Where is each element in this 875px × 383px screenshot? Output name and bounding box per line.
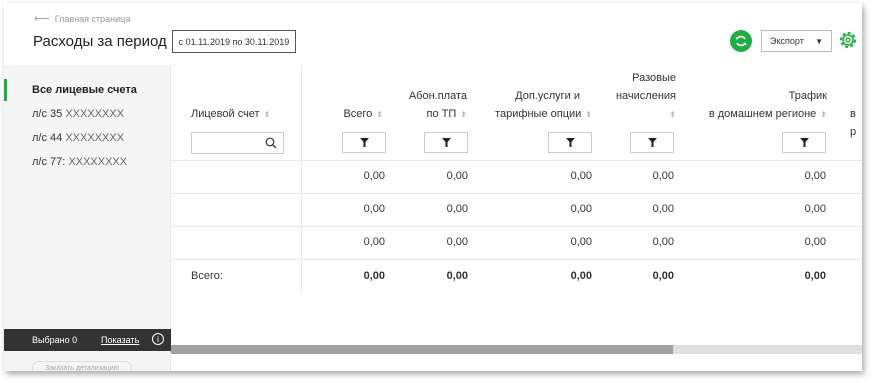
filter-button-services[interactable] (548, 132, 592, 153)
cell-traffic: 0,00 (804, 203, 826, 215)
account-number: XXXXXXXX (65, 108, 125, 120)
cell-traffic: 0,00 (804, 236, 826, 248)
column-header-total[interactable]: Всего ⬍ (343, 105, 383, 124)
search-icon (265, 137, 277, 149)
filter-button-traffic[interactable] (782, 132, 826, 153)
cell-onetime: 0,00 (652, 170, 674, 182)
breadcrumb[interactable]: ⟵ Главная страница (34, 12, 130, 25)
show-link[interactable]: Показать (101, 335, 139, 345)
order-details-button[interactable]: Заказать детализацию (32, 361, 132, 371)
export-dropdown[interactable]: Экспорт ▼ (761, 30, 832, 52)
expenses-table: Лицевой счет ⬍ Всего ⬍ Абон.плата по ТП ⬍ Д… (171, 65, 862, 345)
header-label: в р (850, 108, 857, 138)
account-number: XXXXXXXX (68, 156, 128, 168)
sidebar-item-account[interactable]: л/с 35 XXXXXXXX (32, 108, 124, 120)
cell-total: 0,00 (363, 170, 385, 182)
export-label: Экспорт (770, 36, 804, 46)
filter-button-total[interactable] (342, 132, 386, 153)
sort-icon[interactable]: ⬍ (669, 110, 676, 119)
sidebar: Все лицевые счета л/с 35 XXXXXXXX л/с 44… (4, 65, 171, 371)
selected-count: Выбрано 0 (32, 335, 78, 345)
cell-total: 0,00 (363, 236, 385, 248)
sidebar-item-label: л/с 77: (32, 156, 66, 168)
refresh-icon (735, 35, 747, 47)
column-header-onetime[interactable]: Разовые начисления ⬍ (616, 69, 676, 124)
period-selector[interactable]: с 01.11.2019 по 30.11.2019 (172, 30, 296, 53)
sort-icon[interactable]: ⬍ (264, 110, 271, 119)
row-divider (171, 226, 862, 227)
cell-fee: 0,00 (446, 236, 468, 248)
column-header-fee[interactable]: Абон.плата по ТП ⬍ (409, 87, 467, 124)
sidebar-item-label: л/с 35 (32, 108, 63, 120)
header-label: Доп.услуги и (515, 90, 580, 102)
scrollbar-thumb[interactable] (171, 345, 673, 354)
cell-traffic: 0,00 (804, 170, 826, 182)
filter-button-onetime[interactable] (630, 132, 674, 153)
caret-down-icon: ▼ (815, 37, 823, 46)
total-traffic: 0,00 (804, 270, 826, 282)
cell-services: 0,00 (570, 203, 592, 215)
filter-icon (565, 138, 575, 147)
cell-total: 0,00 (363, 203, 385, 215)
sort-icon[interactable]: ⬍ (585, 110, 592, 119)
header-label: Лицевой счет (191, 108, 260, 120)
header-label: тарифные опции (495, 108, 582, 120)
filter-button-fee[interactable] (424, 132, 468, 153)
row-divider (171, 193, 862, 194)
filter-icon (441, 138, 451, 147)
column-header-services[interactable]: Доп.услуги и тарифные опции ⬍ (495, 87, 592, 124)
page-title: Расходы за период (33, 33, 167, 50)
cell-fee: 0,00 (446, 203, 468, 215)
info-icon[interactable]: i (152, 333, 164, 345)
row-divider (171, 259, 862, 260)
column-header-account[interactable]: Лицевой счет ⬍ (191, 105, 270, 124)
header-label: Всего (343, 108, 373, 120)
header-label: в домашнем регионе (708, 108, 817, 120)
sidebar-item-label: Все лицевые счета (32, 84, 137, 96)
sidebar-item-all[interactable]: Все лицевые счета (32, 84, 137, 96)
sidebar-item-account[interactable]: л/с 77: XXXXXXXX (32, 156, 127, 168)
total-onetime: 0,00 (652, 270, 674, 282)
row-divider (171, 160, 862, 161)
header-label: начисления (615, 90, 676, 102)
header-label: по ТП (426, 108, 457, 120)
account-number: XXXXXXXX (65, 132, 125, 144)
total-fee: 0,00 (446, 270, 468, 282)
total-total: 0,00 (363, 270, 385, 282)
column-header-traffic[interactable]: Трафик в домашнем регионе ⬍ (709, 87, 827, 124)
total-services: 0,00 (570, 270, 592, 282)
sidebar-item-label: л/с 44 (32, 132, 63, 144)
cell-onetime: 0,00 (652, 203, 674, 215)
filter-icon (647, 138, 657, 147)
filter-icon (359, 138, 369, 147)
arrow-left-icon: ⟵ (34, 13, 50, 25)
totals-label: Всего: (191, 270, 223, 282)
active-indicator (4, 79, 7, 101)
selection-bar: Выбрано 0 Показать i (4, 329, 171, 351)
header-label: Разовые (632, 72, 676, 84)
column-header-roaming[interactable]: в р (850, 105, 862, 141)
sort-icon[interactable]: ⬍ (820, 110, 827, 119)
refresh-button[interactable] (730, 30, 752, 52)
gear-icon[interactable] (838, 30, 858, 50)
sort-icon[interactable]: ⬍ (460, 110, 467, 119)
cell-onetime: 0,00 (652, 236, 674, 248)
sidebar-item-account[interactable]: л/с 44 XXXXXXXX (32, 132, 124, 144)
sort-icon[interactable]: ⬍ (376, 110, 383, 119)
cell-fee: 0,00 (446, 170, 468, 182)
cell-services: 0,00 (570, 236, 592, 248)
app-window: ⟵ Главная страница Расходы за период с 0… (4, 3, 862, 371)
header-label: Абон.плата (408, 90, 467, 102)
breadcrumb-label[interactable]: Главная страница (55, 14, 131, 24)
header-label: Трафик (788, 90, 827, 102)
cell-services: 0,00 (570, 170, 592, 182)
filter-icon (799, 138, 809, 147)
account-search-input[interactable] (191, 132, 284, 154)
